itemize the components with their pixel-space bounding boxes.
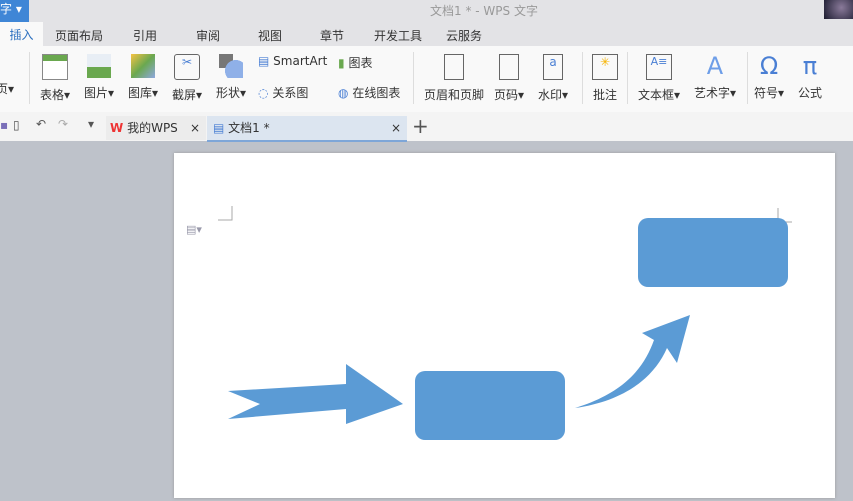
title-bar xyxy=(0,0,853,22)
screenshot-button[interactable]: ✂ 截屏▾ xyxy=(172,54,202,103)
page-number-button[interactable]: 页码▾ xyxy=(494,54,524,103)
redo-icon[interactable]: ↷ xyxy=(58,117,68,131)
online-chart-icon: ◍ xyxy=(338,86,349,100)
picture-icon xyxy=(87,54,112,78)
relation-icon: ◌ xyxy=(258,86,269,100)
menu-bar: 页面布局 引用 审阅 视图 章节 开发工具 云服务 xyxy=(0,22,853,46)
textbox-button[interactable]: A≡ 文本框▾ xyxy=(638,54,680,103)
comment-icon: ✳ xyxy=(592,54,618,80)
tab-cloud[interactable]: 云服务 xyxy=(446,27,482,44)
chart-button[interactable]: ▮ 图表 xyxy=(338,54,372,71)
document-icon: ▤ xyxy=(213,121,225,135)
ribbon: 页▾ 表格▾ 图片▾ 图库▾ ✂ 截屏▾ 形状▾ ▤ SmartArt ▮ 图表 … xyxy=(0,46,853,112)
omega-icon: Ω xyxy=(759,52,779,80)
header-footer-icon xyxy=(444,54,464,80)
tab-developer[interactable]: 开发工具 xyxy=(374,27,422,44)
rounded-rectangle-bottom[interactable] xyxy=(415,371,565,440)
tab-page-layout[interactable]: 页面布局 xyxy=(55,27,103,44)
print-preview-icon[interactable]: ▯ xyxy=(13,118,20,132)
print-icon[interactable]: ▪ xyxy=(0,118,8,132)
drawing-canvas: ▤▾ xyxy=(186,206,792,440)
new-tab-icon[interactable]: + xyxy=(412,114,429,138)
wordart-button[interactable]: A 艺术字▾ xyxy=(694,54,736,101)
smartart-button[interactable]: ▤ SmartArt xyxy=(258,54,327,68)
header-footer-button[interactable]: 页眉和页脚 xyxy=(424,54,484,103)
tab-view[interactable]: 视图 xyxy=(258,27,282,44)
app-menu-button[interactable]: 字 ▾ xyxy=(0,0,29,22)
app-label: 字 xyxy=(0,2,13,16)
undo-icon[interactable]: ↶ xyxy=(36,117,46,131)
tab-my-wps[interactable]: W 我的WPS × xyxy=(106,116,206,140)
tab-references[interactable]: 引用 xyxy=(133,27,157,44)
gallery-button[interactable]: 图库▾ xyxy=(128,54,158,101)
page-number-icon xyxy=(499,54,520,80)
tab-review[interactable]: 审阅 xyxy=(196,27,220,44)
table-icon xyxy=(42,54,69,80)
paste-options-icon: ▤▾ xyxy=(186,223,202,236)
watermark-icon: a xyxy=(543,54,564,80)
smartart-icon: ▤ xyxy=(258,54,270,68)
page-button[interactable]: 页▾ xyxy=(0,80,14,97)
document-tabs-bar: ▪ ▯ ↶ ↷ ▾ W 我的WPS × ▤ 文档1 * × + xyxy=(0,112,853,142)
document-page[interactable]: ▤▾ xyxy=(174,153,835,498)
relation-button[interactable]: ◌ 关系图 xyxy=(258,84,308,101)
symbol-button[interactable]: Ω 符号▾ xyxy=(754,54,784,101)
avatar[interactable] xyxy=(824,0,853,19)
table-button[interactable]: 表格▾ xyxy=(40,54,70,103)
formula-button[interactable]: π 公式 xyxy=(798,54,822,101)
tab-document1[interactable]: ▤ 文档1 * × xyxy=(207,116,407,142)
tab-chapter[interactable]: 章节 xyxy=(320,27,344,44)
shapes-button[interactable]: 形状▾ xyxy=(216,54,246,101)
watermark-button[interactable]: a 水印▾ xyxy=(538,54,568,103)
window-title: 文档1 * - WPS 文字 xyxy=(430,4,538,18)
online-chart-button[interactable]: ◍ 在线图表 xyxy=(338,84,400,101)
quick-access-dropdown-icon[interactable]: ▾ xyxy=(88,117,94,131)
curved-arrow[interactable] xyxy=(575,315,690,408)
wordart-icon: A xyxy=(706,52,724,80)
rounded-rectangle-top[interactable] xyxy=(638,218,788,287)
shapes-icon xyxy=(219,54,244,78)
close-icon[interactable]: × xyxy=(391,116,401,140)
tab-insert[interactable]: 插入 xyxy=(0,22,43,46)
gallery-icon xyxy=(131,54,156,78)
close-icon[interactable]: × xyxy=(190,116,200,140)
scissors-icon: ✂ xyxy=(174,54,201,80)
wps-logo-icon: W xyxy=(110,121,124,135)
notched-right-arrow[interactable] xyxy=(228,364,403,424)
textbox-icon: A≡ xyxy=(646,54,673,80)
picture-button[interactable]: 图片▾ xyxy=(84,54,114,101)
pi-icon: π xyxy=(802,52,818,80)
chart-icon: ▮ xyxy=(338,56,345,70)
comment-button[interactable]: ✳ 批注 xyxy=(592,54,618,103)
